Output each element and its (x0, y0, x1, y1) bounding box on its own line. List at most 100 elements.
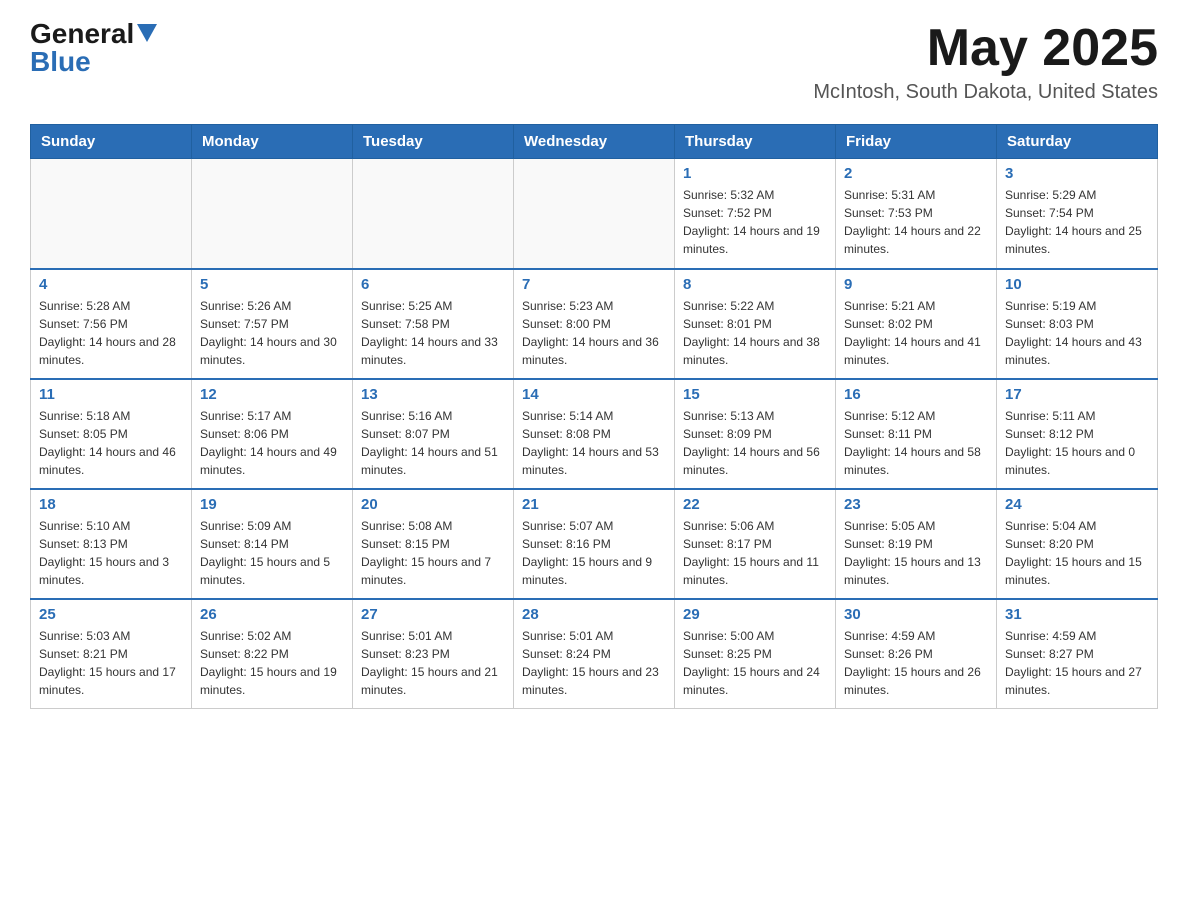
day-number: 3 (1005, 165, 1149, 182)
calendar-cell: 24 Sunrise: 5:04 AMSunset: 8:20 PMDayligh… (997, 489, 1158, 599)
day-number: 11 (39, 386, 183, 403)
calendar-week-row: 18 Sunrise: 5:10 AMSunset: 8:13 PMDayligh… (31, 489, 1158, 599)
logo: General Blue (30, 20, 157, 76)
month-title: May 2025 (813, 20, 1158, 77)
day-number: 17 (1005, 386, 1149, 403)
calendar-cell: 23 Sunrise: 5:05 AMSunset: 8:19 PMDayligh… (836, 489, 997, 599)
day-number: 7 (522, 276, 666, 293)
day-info: Sunrise: 5:04 AMSunset: 8:20 PMDaylight:… (1005, 517, 1149, 589)
calendar-cell: 25 Sunrise: 5:03 AMSunset: 8:21 PMDayligh… (31, 599, 192, 709)
day-number: 9 (844, 276, 988, 293)
calendar-cell: 14Sunrise: 5:14 AMSunset: 8:08 PMDayligh… (514, 379, 675, 489)
day-number: 12 (200, 386, 344, 403)
day-info: Sunrise: 5:31 AMSunset: 7:53 PMDaylight:… (844, 186, 988, 258)
day-info: Sunrise: 5:29 AMSunset: 7:54 PMDaylight:… (1005, 186, 1149, 258)
day-info: Sunrise: 5:06 AMSunset: 8:17 PMDaylight:… (683, 517, 827, 589)
day-number: 18 (39, 496, 183, 513)
calendar-cell: 16Sunrise: 5:12 AMSunset: 8:11 PMDayligh… (836, 379, 997, 489)
calendar-cell: 11 Sunrise: 5:18 AMSunset: 8:05 PMDayligh… (31, 379, 192, 489)
calendar-cell: 8 Sunrise: 5:22 AMSunset: 8:01 PMDaylight… (675, 269, 836, 379)
calendar-cell: 18 Sunrise: 5:10 AMSunset: 8:13 PMDayligh… (31, 489, 192, 599)
day-number: 10 (1005, 276, 1149, 293)
column-header-tuesday: Tuesday (353, 125, 514, 159)
column-header-monday: Monday (192, 125, 353, 159)
calendar-cell: 9 Sunrise: 5:21 AMSunset: 8:02 PMDaylight… (836, 269, 997, 379)
day-info: Sunrise: 5:13 AMSunset: 8:09 PMDaylight:… (683, 407, 827, 479)
calendar-cell: 30 Sunrise: 4:59 AMSunset: 8:26 PMDayligh… (836, 599, 997, 709)
calendar-week-row: 25 Sunrise: 5:03 AMSunset: 8:21 PMDayligh… (31, 599, 1158, 709)
calendar-cell: 21Sunrise: 5:07 AMSunset: 8:16 PMDayligh… (514, 489, 675, 599)
location-subtitle: McIntosh, South Dakota, United States (813, 81, 1158, 104)
calendar-cell: 22 Sunrise: 5:06 AMSunset: 8:17 PMDayligh… (675, 489, 836, 599)
day-number: 23 (844, 496, 988, 513)
calendar-cell (192, 159, 353, 269)
column-header-wednesday: Wednesday (514, 125, 675, 159)
calendar-table: SundayMondayTuesdayWednesdayThursdayFrid… (30, 124, 1158, 709)
day-info: Sunrise: 5:02 AMSunset: 8:22 PMDaylight:… (200, 627, 344, 699)
column-header-thursday: Thursday (675, 125, 836, 159)
day-info: Sunrise: 5:18 AMSunset: 8:05 PMDaylight:… (39, 407, 183, 479)
day-info: Sunrise: 5:05 AMSunset: 8:19 PMDaylight:… (844, 517, 988, 589)
page-header: General Blue May 2025 McIntosh, South Da… (30, 20, 1158, 104)
calendar-cell: 12 Sunrise: 5:17 AMSunset: 8:06 PMDayligh… (192, 379, 353, 489)
day-number: 30 (844, 606, 988, 623)
calendar-cell: 31 Sunrise: 4:59 AMSunset: 8:27 PMDayligh… (997, 599, 1158, 709)
day-info: Sunrise: 5:19 AMSunset: 8:03 PMDaylight:… (1005, 297, 1149, 369)
day-info: Sunrise: 5:21 AMSunset: 8:02 PMDaylight:… (844, 297, 988, 369)
calendar-week-row: 1 Sunrise: 5:32 AMSunset: 7:52 PMDaylight… (31, 159, 1158, 269)
day-number: 8 (683, 276, 827, 293)
day-number: 24 (1005, 496, 1149, 513)
day-number: 31 (1005, 606, 1149, 623)
day-info: Sunrise: 4:59 AMSunset: 8:27 PMDaylight:… (1005, 627, 1149, 699)
day-info: Sunrise: 4:59 AMSunset: 8:26 PMDaylight:… (844, 627, 988, 699)
day-number: 22 (683, 496, 827, 513)
calendar-cell: 26 Sunrise: 5:02 AMSunset: 8:22 PMDayligh… (192, 599, 353, 709)
logo-blue-text: Blue (30, 48, 91, 76)
day-info: Sunrise: 5:11 AMSunset: 8:12 PMDaylight:… (1005, 407, 1149, 479)
day-info: Sunrise: 5:10 AMSunset: 8:13 PMDaylight:… (39, 517, 183, 589)
calendar-cell: 28 Sunrise: 5:01 AMSunset: 8:24 PMDayligh… (514, 599, 675, 709)
day-number: 14 (522, 386, 666, 403)
calendar-cell: 20Sunrise: 5:08 AMSunset: 8:15 PMDayligh… (353, 489, 514, 599)
column-header-sunday: Sunday (31, 125, 192, 159)
calendar-cell: 19 Sunrise: 5:09 AMSunset: 8:14 PMDayligh… (192, 489, 353, 599)
day-number: 1 (683, 165, 827, 182)
day-number: 28 (522, 606, 666, 623)
day-info: Sunrise: 5:00 AMSunset: 8:25 PMDaylight:… (683, 627, 827, 699)
day-info: Sunrise: 5:23 AMSunset: 8:00 PMDaylight:… (522, 297, 666, 369)
calendar-cell: 29Sunrise: 5:00 AMSunset: 8:25 PMDayligh… (675, 599, 836, 709)
day-number: 27 (361, 606, 505, 623)
calendar-header-row: SundayMondayTuesdayWednesdayThursdayFrid… (31, 125, 1158, 159)
day-info: Sunrise: 5:01 AMSunset: 8:24 PMDaylight:… (522, 627, 666, 699)
title-block: May 2025 McIntosh, South Dakota, United … (813, 20, 1158, 104)
day-info: Sunrise: 5:17 AMSunset: 8:06 PMDaylight:… (200, 407, 344, 479)
day-number: 21 (522, 496, 666, 513)
day-info: Sunrise: 5:09 AMSunset: 8:14 PMDaylight:… (200, 517, 344, 589)
day-number: 26 (200, 606, 344, 623)
calendar-cell: 10 Sunrise: 5:19 AMSunset: 8:03 PMDayligh… (997, 269, 1158, 379)
day-info: Sunrise: 5:32 AMSunset: 7:52 PMDaylight:… (683, 186, 827, 258)
day-number: 25 (39, 606, 183, 623)
calendar-cell: 5Sunrise: 5:26 AMSunset: 7:57 PMDaylight… (192, 269, 353, 379)
day-number: 13 (361, 386, 505, 403)
day-info: Sunrise: 5:22 AMSunset: 8:01 PMDaylight:… (683, 297, 827, 369)
calendar-cell: 17 Sunrise: 5:11 AMSunset: 8:12 PMDayligh… (997, 379, 1158, 489)
day-info: Sunrise: 5:16 AMSunset: 8:07 PMDaylight:… (361, 407, 505, 479)
calendar-week-row: 11 Sunrise: 5:18 AMSunset: 8:05 PMDayligh… (31, 379, 1158, 489)
column-header-saturday: Saturday (997, 125, 1158, 159)
logo-triangle-icon (137, 24, 157, 42)
day-number: 16 (844, 386, 988, 403)
day-info: Sunrise: 5:03 AMSunset: 8:21 PMDaylight:… (39, 627, 183, 699)
day-number: 20 (361, 496, 505, 513)
day-info: Sunrise: 5:28 AMSunset: 7:56 PMDaylight:… (39, 297, 183, 369)
day-info: Sunrise: 5:01 AMSunset: 8:23 PMDaylight:… (361, 627, 505, 699)
calendar-cell: 3 Sunrise: 5:29 AMSunset: 7:54 PMDaylight… (997, 159, 1158, 269)
calendar-cell (514, 159, 675, 269)
calendar-cell: 13 Sunrise: 5:16 AMSunset: 8:07 PMDayligh… (353, 379, 514, 489)
column-header-friday: Friday (836, 125, 997, 159)
day-number: 19 (200, 496, 344, 513)
calendar-cell (31, 159, 192, 269)
calendar-cell: 7 Sunrise: 5:23 AMSunset: 8:00 PMDaylight… (514, 269, 675, 379)
calendar-cell (353, 159, 514, 269)
logo-general-text: General (30, 20, 134, 48)
